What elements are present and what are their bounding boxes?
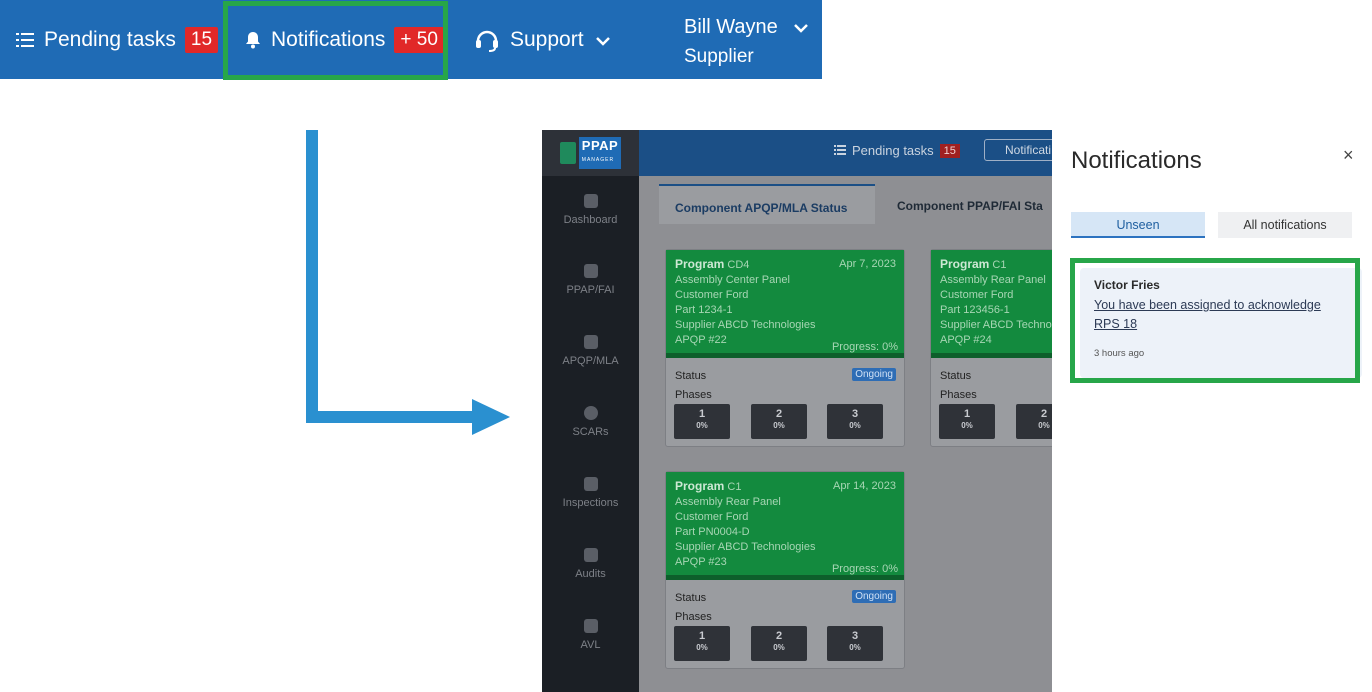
- sidebar-item-label: PPAP/FAI: [566, 284, 615, 296]
- sidebar-item-label: SCARs: [572, 426, 609, 438]
- notification-highlight-box: [1070, 258, 1360, 383]
- sidebar-item-label: AVL: [580, 639, 601, 651]
- app-logo[interactable]: PPAP MANAGER: [542, 130, 639, 176]
- task-list-icon: [16, 32, 34, 48]
- program-card[interactable]: Program C1 Apr 14, 2023 Assembly Rear Pa…: [665, 471, 905, 669]
- program-card[interactable]: Program CD4 Apr 7, 2023 Assembly Center …: [665, 249, 905, 447]
- sidebar-item-audits[interactable]: Audits: [542, 548, 639, 580]
- program-name: CD4: [727, 259, 750, 271]
- user-role: Supplier: [684, 46, 754, 67]
- pending-tasks-button[interactable]: Pending tasks 15: [16, 0, 219, 79]
- sidebar-item-dashboard[interactable]: Dashboard: [542, 194, 639, 226]
- phases-label: Phases: [675, 611, 712, 623]
- card-date: Apr 14, 2023: [833, 480, 896, 492]
- inspection-icon: [583, 477, 598, 491]
- phases-label: Phases: [940, 389, 977, 401]
- card-supplier: Supplier ABCD Technologies: [675, 319, 816, 331]
- user-menu[interactable]: Bill Wayne Supplier: [684, 12, 808, 72]
- card-part: Part PN0004-D: [675, 526, 750, 538]
- card-assembly: Assembly Center Panel: [675, 274, 790, 286]
- support-menu[interactable]: Support: [474, 0, 610, 79]
- tab-component-apqp-mla[interactable]: Component APQP/MLA Status: [659, 184, 875, 224]
- pending-tasks-label: Pending tasks: [44, 27, 176, 51]
- barcode-icon: [583, 264, 598, 278]
- logo-subtext: MANAGER: [581, 157, 615, 163]
- card-customer: Customer Ford: [940, 289, 1014, 301]
- headset-icon: [474, 27, 500, 53]
- tab-component-ppap-fai[interactable]: Component PPAP/FAI Sta: [897, 184, 1043, 224]
- arrow-right-icon: [306, 130, 510, 435]
- sidebar-item-label: Inspections: [562, 497, 619, 509]
- notifications-title: Notifications: [1071, 147, 1202, 174]
- card-apqp: APQP #24: [940, 334, 992, 346]
- pending-count-badge: 15: [184, 26, 219, 53]
- dashboard-icon: [583, 194, 598, 208]
- phase-box[interactable]: 2 0%: [1016, 404, 1052, 439]
- card-supplier: Supplier ABCD Technolo: [940, 319, 1052, 331]
- card-part: Part 123456-1: [940, 304, 1010, 316]
- phase-box[interactable]: 3 0%: [827, 626, 883, 661]
- logo-mark-icon: [559, 142, 576, 164]
- chevron-down-icon: [793, 12, 808, 42]
- sidebar-item-avl[interactable]: AVL: [542, 619, 639, 651]
- support-label: Support: [510, 27, 584, 51]
- card-part: Part 1234-1: [675, 304, 733, 316]
- progress-bar: [931, 353, 1052, 358]
- task-list-icon: [834, 143, 846, 158]
- status-label: Status: [940, 370, 972, 382]
- app-notifications-button[interactable]: Notificati: [984, 139, 1052, 161]
- phase-box[interactable]: 1 0%: [674, 626, 730, 661]
- sidebar-item-scars[interactable]: SCARs: [542, 406, 639, 438]
- phase-box[interactable]: 3 0%: [827, 404, 883, 439]
- sidebar-item-apqp-mla[interactable]: APQP/MLA: [542, 335, 639, 367]
- program-label: Program: [675, 479, 725, 493]
- progress-bar: [666, 575, 904, 580]
- close-icon[interactable]: ×: [1343, 145, 1354, 166]
- card-customer: Customer Ford: [675, 511, 749, 523]
- app-pending-tasks-button[interactable]: Pending tasks 15: [834, 143, 960, 158]
- sidebar: PPAP MANAGER Dashboard PPAP/FAI APQP/MLA…: [542, 130, 639, 692]
- app-pending-badge: 15: [939, 143, 960, 158]
- sidebar-item-label: APQP/MLA: [562, 355, 619, 367]
- logo-text: PPAP: [581, 138, 619, 153]
- phase-box[interactable]: 2 0%: [751, 626, 807, 661]
- program-card[interactable]: Program C1 Assembly Rear Panel Customer …: [930, 249, 1052, 447]
- chevron-down-icon: [595, 28, 610, 52]
- tab-all-notifications[interactable]: All notifications: [1218, 212, 1352, 238]
- card-date: Apr 7, 2023: [839, 258, 896, 270]
- program-name: C1: [992, 259, 1007, 271]
- phase-box[interactable]: 1 0%: [939, 404, 995, 439]
- status-badge: Ongoing: [852, 590, 896, 603]
- notifications-highlight-box: [223, 1, 448, 80]
- sidebar-item-label: Audits: [575, 568, 606, 580]
- card-assembly: Assembly Rear Panel: [675, 496, 781, 508]
- program-label: Program: [675, 257, 725, 271]
- app-header: Pending tasks 15 Notificati: [639, 130, 1052, 176]
- factory-icon: [583, 619, 598, 633]
- app-notifications-label: Notificati: [1005, 143, 1052, 157]
- card-assembly: Assembly Rear Panel: [940, 274, 1046, 286]
- sidebar-item-inspections[interactable]: Inspections: [542, 477, 639, 509]
- program-name: C1: [727, 481, 742, 493]
- card-customer: Customer Ford: [675, 289, 749, 301]
- progress-bar: [666, 353, 904, 358]
- status-badge: Ongoing: [852, 368, 896, 381]
- status-label: Status: [675, 370, 707, 382]
- program-label: Program: [940, 257, 990, 271]
- phase-box[interactable]: 1 0%: [674, 404, 730, 439]
- phases-label: Phases: [675, 389, 712, 401]
- clipboard-icon: [583, 548, 598, 562]
- sidebar-item-ppap-fai[interactable]: PPAP/FAI: [542, 264, 639, 296]
- user-name: Bill Wayne: [684, 16, 778, 38]
- app-pending-label: Pending tasks: [852, 143, 934, 158]
- app-screenshot: PPAP MANAGER Dashboard PPAP/FAI APQP/MLA…: [542, 130, 1052, 692]
- scar-icon: [583, 406, 598, 420]
- document-icon: [583, 335, 598, 349]
- notifications-panel: Notifications × Unseen All notifications…: [1052, 130, 1372, 692]
- status-label: Status: [675, 592, 707, 604]
- tab-unseen[interactable]: Unseen: [1071, 212, 1205, 238]
- phase-box[interactable]: 2 0%: [751, 404, 807, 439]
- sidebar-item-label: Dashboard: [563, 214, 618, 226]
- card-supplier: Supplier ABCD Technologies: [675, 541, 816, 553]
